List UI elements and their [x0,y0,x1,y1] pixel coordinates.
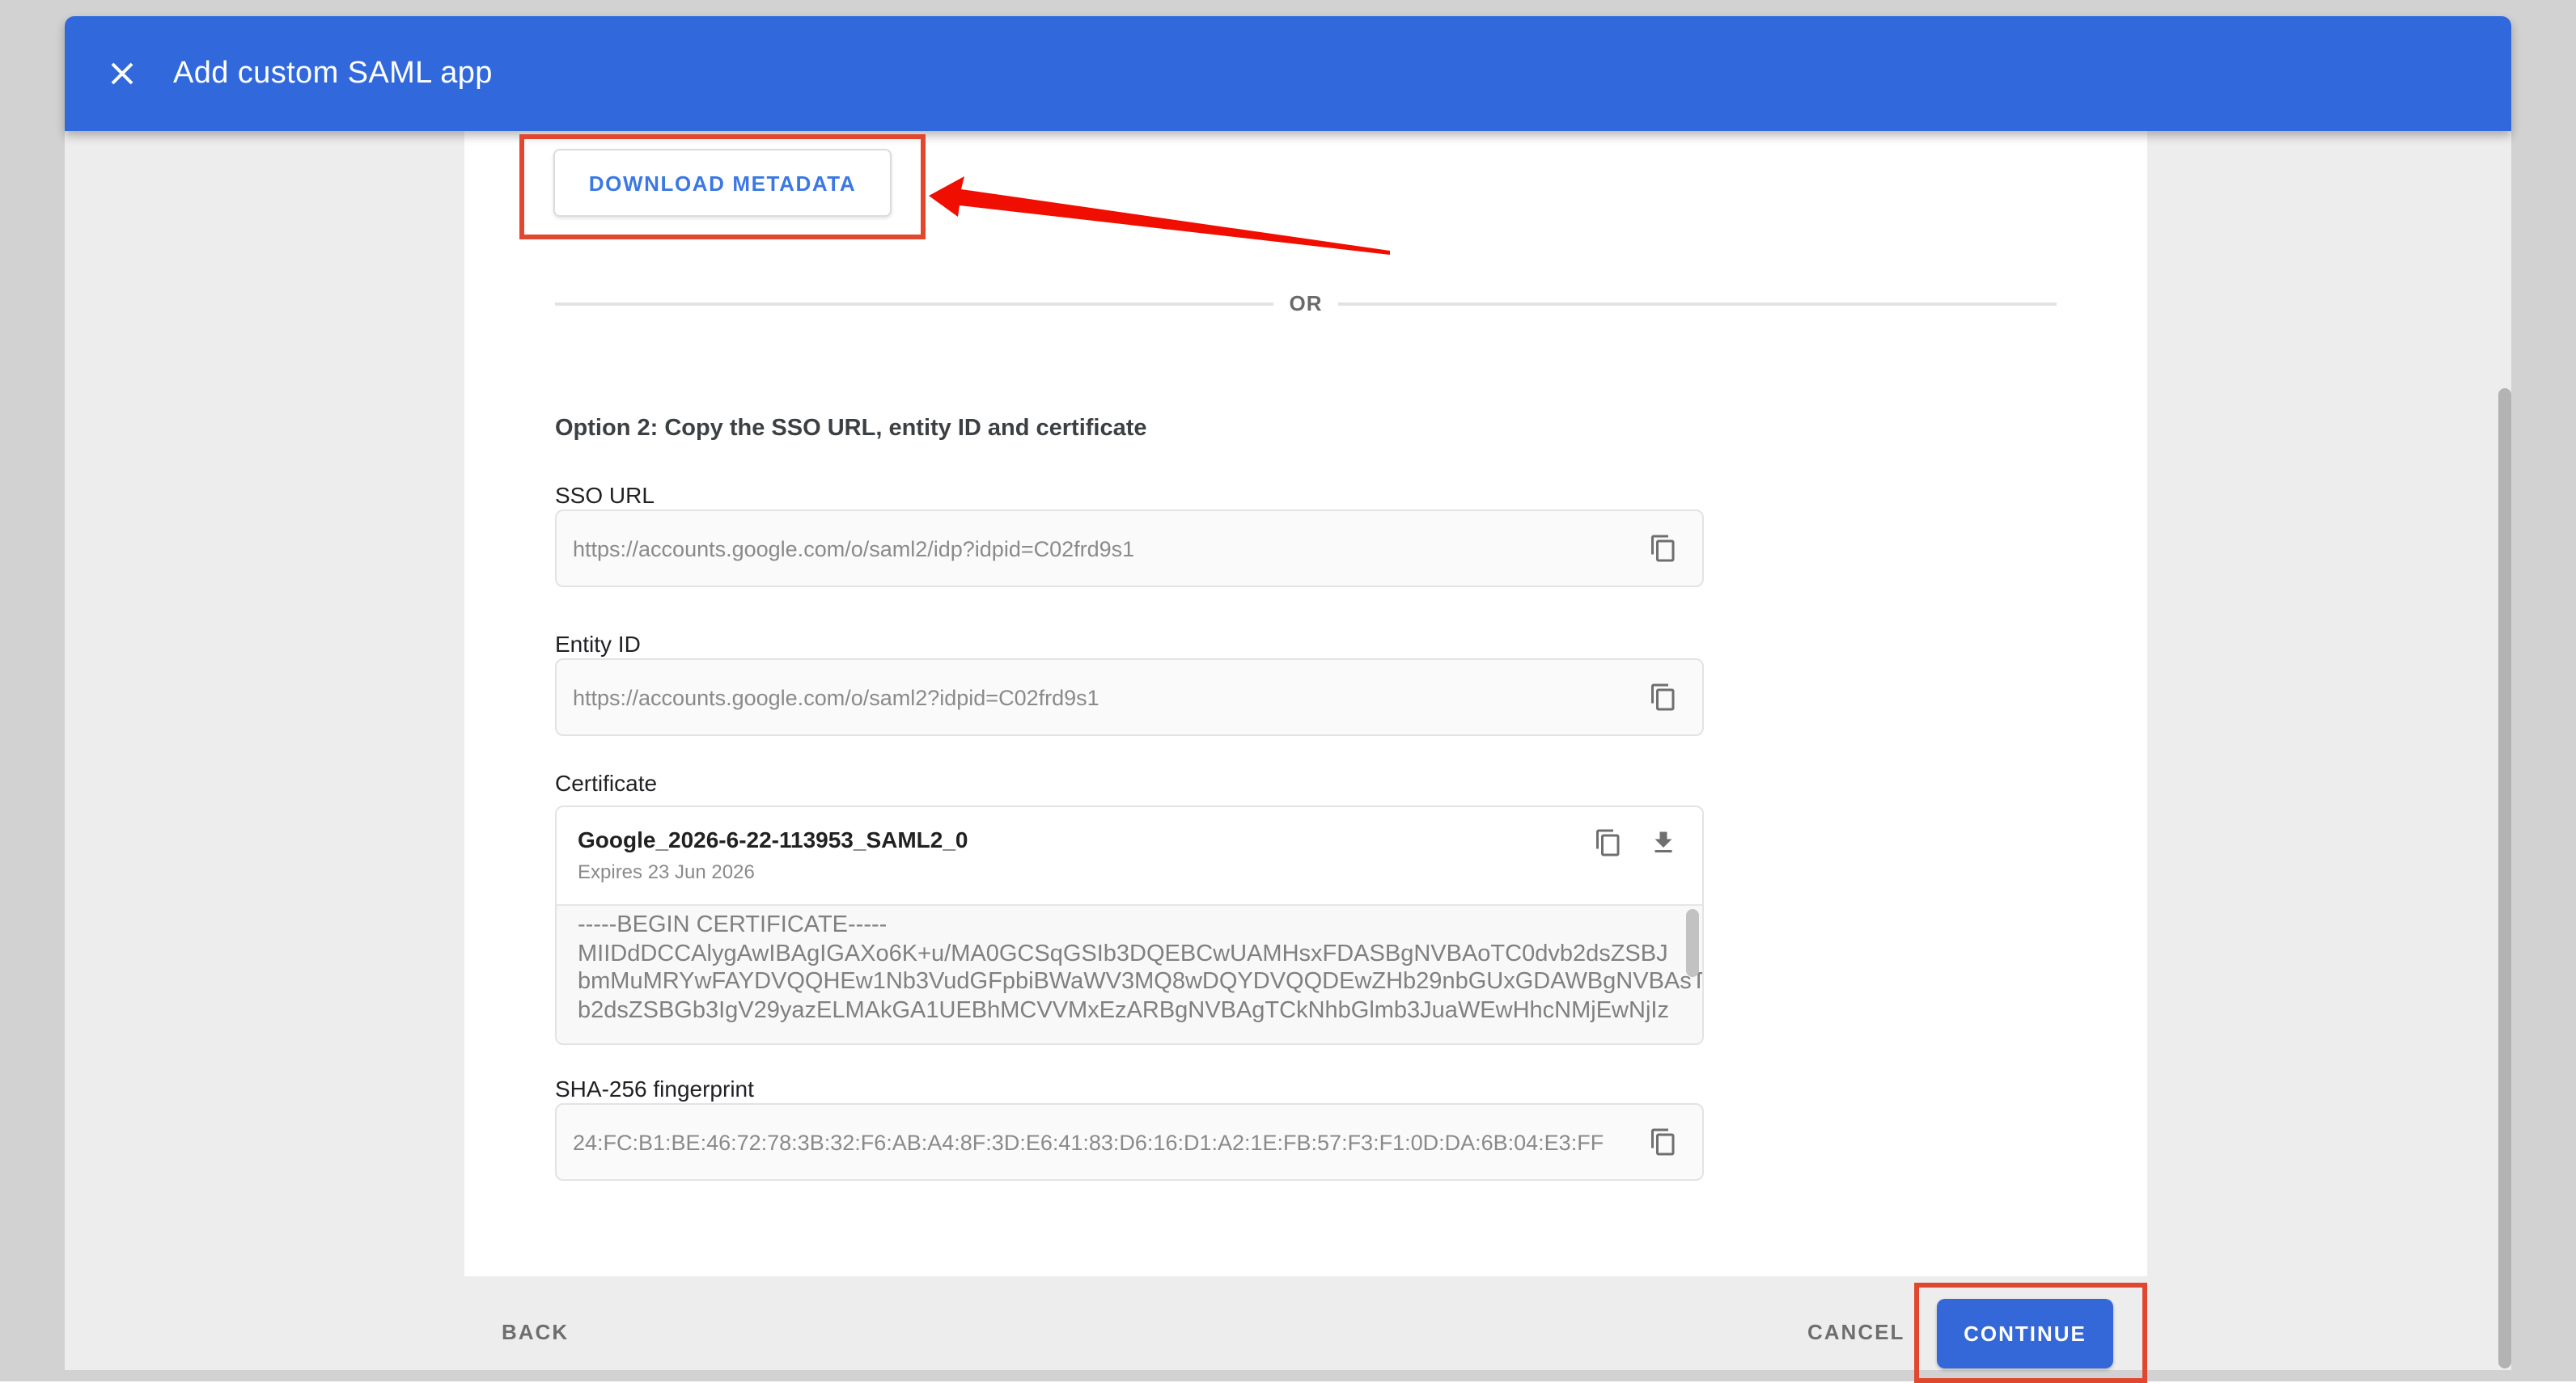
sso-url-field[interactable]: https://accounts.google.com/o/saml2/idp?… [555,510,1704,587]
continue-button[interactable]: CONTINUE [1937,1299,2113,1368]
close-icon [109,61,133,86]
sha256-label: SHA-256 fingerprint [555,1076,754,1102]
download-metadata-button[interactable]: DOWNLOAD METADATA [553,149,892,217]
certificate-pem-line: bmMuMRYwFAYDVQQHEw1Nb3VudGFpbiBWaWV3MQ8w… [578,969,1670,997]
certificate-pem-line: MIIDdDCCAlygAwIBAgIGAXo6K+u/MA0GCSqGSIb3… [578,941,1670,969]
entity-id-field[interactable]: https://accounts.google.com/o/saml2?idpi… [555,658,1704,736]
sha256-field[interactable]: 24:FC:B1:BE:46:72:78:3B:32:F6:AB:A4:8F:3… [555,1103,1704,1181]
download-certificate-button[interactable] [1644,823,1683,862]
dialog-appbar: Add custom SAML app [65,16,2511,131]
entity-id-value: https://accounts.google.com/o/saml2?idpi… [573,685,1644,709]
certificate-label: Certificate [555,770,657,796]
entity-id-label: Entity ID [555,631,641,657]
screen-backdrop: Add custom SAML app DOWNLOAD METADATA OR… [0,0,2576,1381]
certificate-pem-line: -----BEGIN CERTIFICATE----- [578,912,1670,941]
certificate-expiry: Expires 23 Jun 2026 [578,861,1589,883]
certificate-name: Google_2026-6-22-113953_SAML2_0 [578,827,1589,852]
add-custom-saml-app-dialog: Add custom SAML app DOWNLOAD METADATA OR… [65,16,2511,1370]
or-label: OR [1273,291,1339,315]
sso-url-label: SSO URL [555,482,655,508]
dialog-title: Add custom SAML app [173,56,493,91]
copy-entity-id-button[interactable] [1644,678,1683,717]
certificate-pem-line: b2dsZSBGb3IgV29yazELMAkGA1UEBhMCVVMxEzAR… [578,997,1670,1026]
annotation-arrow [919,176,1405,260]
divider-line [555,302,1273,305]
certificate-card: Google_2026-6-22-113953_SAML2_0 Expires … [555,806,1704,1045]
close-button[interactable] [89,41,154,106]
copy-icon [1594,828,1623,857]
back-button[interactable]: BACK [502,1320,569,1344]
option2-heading: Option 2: Copy the SSO URL, entity ID an… [555,416,1147,442]
certificate-pem-area[interactable]: -----BEGIN CERTIFICATE-----MIIDdDCCAlygA… [557,904,1702,1043]
certificate-scrollbar[interactable] [1686,909,1699,977]
copy-sha256-button[interactable] [1644,1123,1683,1161]
download-icon [1649,828,1678,857]
cancel-button[interactable]: CANCEL [1807,1320,1904,1344]
divider-line [1339,302,2057,305]
copy-icon [1649,683,1678,712]
copy-icon [1649,534,1678,563]
or-divider: OR [555,291,2057,315]
copy-sso-url-button[interactable] [1644,529,1683,568]
sso-url-value: https://accounts.google.com/o/saml2/idp?… [573,536,1644,560]
copy-certificate-button[interactable] [1589,823,1628,862]
certificate-header: Google_2026-6-22-113953_SAML2_0 Expires … [557,807,1702,904]
dialog-scrollbar[interactable] [2498,388,2511,1368]
sha256-value: 24:FC:B1:BE:46:72:78:3B:32:F6:AB:A4:8F:3… [573,1130,1644,1154]
copy-icon [1649,1127,1678,1157]
